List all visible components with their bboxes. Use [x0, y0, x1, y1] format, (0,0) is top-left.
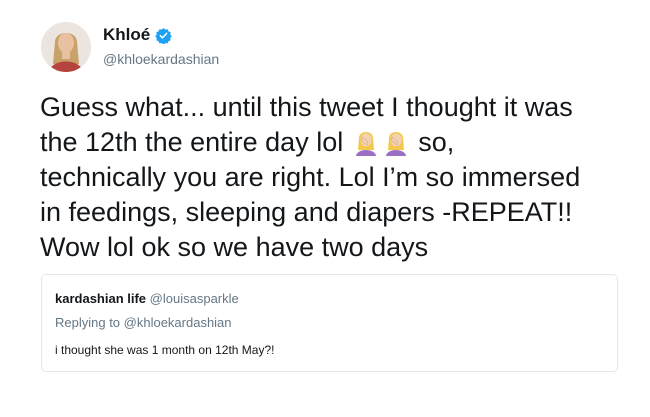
facepalm-woman-emoji-icon	[382, 128, 410, 156]
quoted-tweet-header: kardashian life @louisasparkle	[55, 291, 239, 306]
tweet-line-2-end: so,	[410, 127, 455, 157]
tweet-line-1: Guess what... until this tweet I thought…	[40, 92, 573, 122]
tweet: Khloé @khloekardashian Guess what... unt…	[0, 0, 650, 417]
avatar-image	[41, 22, 91, 72]
tweet-line-2-start: the 12th the entire day lol	[40, 127, 351, 157]
quoted-tweet-card[interactable]: kardashian life @louisasparkle Replying …	[41, 274, 618, 372]
tweet-line-5: Wow lol ok so we have two days	[40, 232, 429, 262]
quoted-author-handle: @louisasparkle	[149, 291, 239, 306]
tweet-line-3: technically you are right. Lol I’m so im…	[40, 162, 581, 192]
facepalm-woman-emoji-icon	[352, 128, 380, 156]
tweet-line-4: in feedings, sleeping and diapers -REPEA…	[40, 197, 573, 227]
quoted-author-name: kardashian life	[55, 291, 147, 306]
verified-badge-icon	[155, 27, 172, 44]
tweet-text: Guess what... until this tweet I thought…	[40, 90, 630, 265]
author-handle[interactable]: @khloekardashian	[103, 51, 219, 67]
author-name[interactable]: Khloé	[103, 25, 150, 45]
author-name-row: Khloé	[103, 24, 172, 46]
quoted-replying-to: Replying to @khloekardashian	[55, 315, 232, 330]
author-avatar[interactable]	[41, 22, 91, 72]
quoted-tweet-text: i thought she was 1 month on 12th May?!	[55, 343, 275, 357]
